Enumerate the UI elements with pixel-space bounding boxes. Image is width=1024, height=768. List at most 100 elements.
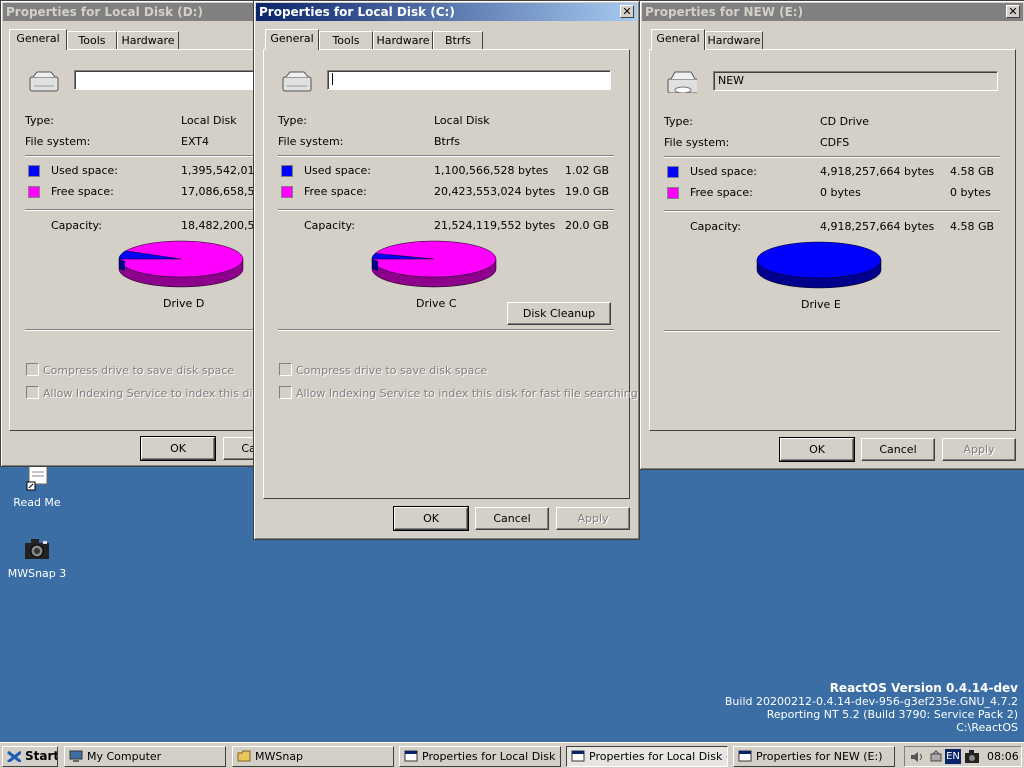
- indexing-checkbox[interactable]: Allow Indexing Service to index this dis…: [279, 386, 638, 400]
- disk-cleanup-button[interactable]: Disk Cleanup: [507, 302, 611, 325]
- ok-button[interactable]: OK: [779, 437, 855, 462]
- close-button[interactable]: ✕: [1006, 5, 1020, 18]
- used-space-gb: 1.02 GB: [565, 164, 610, 177]
- free-space-label: Free space:: [690, 186, 753, 199]
- used-space-bytes: 1,395,542,016: [181, 164, 253, 177]
- capacity-label: Capacity:: [304, 219, 355, 232]
- window-title-text: Properties for NEW (E:): [645, 5, 804, 19]
- properties-window-c: Properties for Local Disk (C:) ✕ General …: [253, 0, 640, 540]
- drive-label: Drive E: [801, 298, 841, 311]
- free-space-label: Free space:: [51, 185, 114, 198]
- tab-btrfs[interactable]: Btrfs: [433, 31, 483, 49]
- reactos-version-info: ReactOS Version 0.4.14-dev Build 2020021…: [724, 682, 1018, 735]
- drive-name-input[interactable]: [327, 70, 611, 90]
- desktop-icon-read-me[interactable]: Read Me: [5, 462, 69, 509]
- type-value: Local Disk: [434, 114, 490, 127]
- tab-general[interactable]: General: [9, 29, 67, 50]
- desktop-icon-mwsnap[interactable]: MWSnap 3: [5, 533, 69, 580]
- compress-checkbox[interactable]: Compress drive to save disk space: [279, 363, 487, 377]
- separator: [278, 155, 614, 157]
- computer-icon: [69, 750, 83, 762]
- used-space-label: Used space:: [51, 164, 119, 177]
- window-title-text: Properties for Local Disk (C:): [259, 5, 455, 19]
- filesystem-value: Btrfs: [434, 135, 460, 148]
- pie-used-side: [372, 259, 378, 271]
- filesystem-value: EXT4: [181, 135, 210, 148]
- free-space-bytes: 0 bytes: [820, 186, 861, 199]
- camera-tray-icon[interactable]: [964, 749, 980, 764]
- tab-general[interactable]: General: [265, 29, 319, 50]
- window-title[interactable]: Properties for NEW (E:) ✕: [642, 3, 1023, 21]
- indexing-label: Allow Indexing Service to index this dis…: [43, 387, 253, 400]
- ok-button[interactable]: OK: [393, 506, 469, 531]
- checkbox-box: [279, 363, 292, 376]
- taskbar-item-label: MWSnap: [255, 750, 304, 763]
- compress-checkbox[interactable]: Compress drive to save disk space: [26, 363, 234, 377]
- free-space-label: Free space:: [304, 185, 367, 198]
- capacity-gb: 20.0 GB: [565, 219, 610, 232]
- capacity-bytes: 21,524,119,552 bytes: [434, 219, 556, 232]
- taskbar-item-label: Properties for Local Disk (D:): [422, 750, 560, 763]
- taskbar-item-mwsnap[interactable]: MWSnap: [232, 746, 394, 767]
- volume-icon[interactable]: [909, 750, 925, 764]
- start-button[interactable]: Start: [2, 746, 58, 767]
- capacity-bytes: 4,918,257,664 bytes: [820, 220, 935, 233]
- separator: [25, 209, 253, 211]
- free-space-gb: 0 bytes: [950, 186, 991, 199]
- disk-usage-pie-chart: [371, 240, 497, 288]
- indexing-checkbox[interactable]: Allow Indexing Service to index this dis…: [26, 386, 253, 400]
- free-space-bytes: 20,423,553,024 bytes: [434, 185, 556, 198]
- taskbar-item-label: Properties for Local Disk (C:): [589, 750, 727, 763]
- window-title[interactable]: Properties for Local Disk (C:) ✕: [256, 3, 637, 21]
- tab-general[interactable]: General: [651, 29, 705, 50]
- taskbar: Start My Computer MWSnap Properties for …: [0, 742, 1024, 768]
- type-value: CD Drive: [820, 115, 869, 128]
- cancel-button[interactable]: Cancel: [223, 437, 253, 460]
- drive-name-input[interactable]: NEW: [713, 71, 998, 91]
- taskbar-item-properties-d[interactable]: Properties for Local Disk (D:): [399, 746, 561, 767]
- separator: [664, 330, 1000, 332]
- free-space-swatch: [667, 187, 679, 199]
- start-logo-icon: [7, 750, 21, 762]
- drive-label: Drive C: [416, 297, 457, 310]
- start-label: Start: [25, 749, 58, 763]
- filesystem-value: CDFS: [820, 136, 850, 149]
- close-button[interactable]: ✕: [620, 5, 634, 18]
- type-label: Type:: [25, 114, 54, 127]
- capacity-bytes: 18,482,200,576: [181, 219, 253, 232]
- type-value: Local Disk: [181, 114, 237, 127]
- filesystem-label: File system:: [664, 136, 730, 149]
- filesystem-label: File system:: [25, 135, 91, 148]
- folder-icon: [237, 750, 251, 762]
- cd-drive-icon: [667, 71, 697, 93]
- window-icon: [738, 750, 752, 762]
- window-icon: [571, 750, 585, 762]
- drive-label: Drive D: [163, 297, 205, 310]
- safely-remove-hardware-icon[interactable]: [929, 750, 943, 764]
- capacity-label: Capacity:: [690, 220, 741, 233]
- apply-button[interactable]: Apply: [556, 507, 630, 530]
- language-indicator[interactable]: EN: [945, 749, 961, 764]
- ok-button[interactable]: OK: [140, 436, 216, 461]
- apply-button[interactable]: Apply: [942, 438, 1016, 461]
- taskbar-item-properties-c[interactable]: Properties for Local Disk (C:): [566, 746, 728, 767]
- type-label: Type:: [278, 114, 307, 127]
- compress-label: Compress drive to save disk space: [43, 364, 235, 377]
- version-build: Build 20200212-0.4.14-dev-956-g3ef235e.G…: [724, 695, 1018, 708]
- cancel-button[interactable]: Cancel: [475, 507, 549, 530]
- tab-hardware[interactable]: Hardware: [373, 31, 433, 49]
- separator: [278, 209, 614, 211]
- tab-tools[interactable]: Tools: [319, 31, 373, 49]
- hard-drive-icon: [29, 71, 59, 92]
- used-space-label: Used space:: [690, 165, 758, 178]
- pie-used-side: [119, 259, 125, 271]
- cancel-button[interactable]: Cancel: [861, 438, 935, 461]
- taskbar-item-properties-e[interactable]: Properties for NEW (E:): [733, 746, 895, 767]
- taskbar-item-my-computer[interactable]: My Computer: [64, 746, 226, 767]
- indexing-label: Allow Indexing Service to index this dis…: [296, 387, 638, 400]
- separator: [664, 156, 1000, 158]
- tab-hardware[interactable]: Hardware: [705, 31, 763, 49]
- drive-name-input[interactable]: [74, 70, 253, 90]
- clock[interactable]: 08:06: [987, 747, 1019, 766]
- desktop-icon-label: MWSnap 3: [7, 567, 67, 580]
